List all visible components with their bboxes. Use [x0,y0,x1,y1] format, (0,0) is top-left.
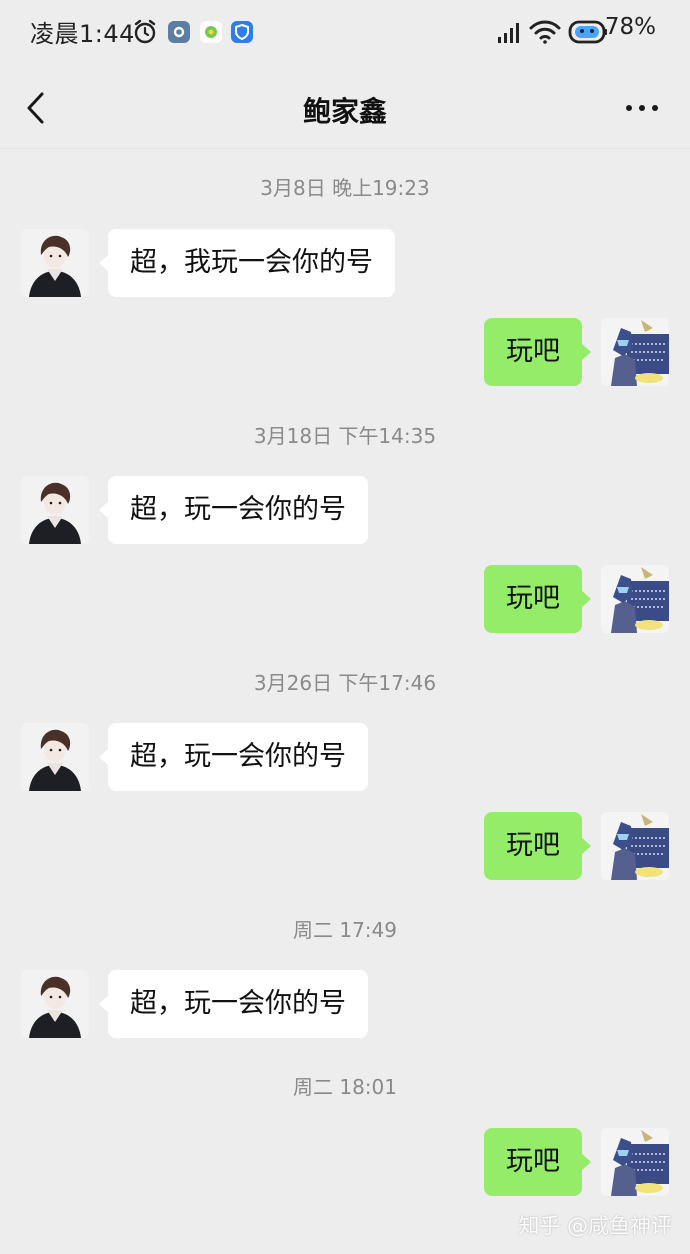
timestamp: 3月18日 下午14:35 [253,424,437,448]
contact-avatar[interactable] [21,229,89,297]
wifi-icon [529,20,561,44]
outgoing-message-bubble[interactable]: 玩吧 [484,318,591,386]
settings-app-icon [168,21,190,43]
incoming-message-bubble[interactable]: 超，玩一会你的号 [99,476,368,544]
shield-app-icon [231,21,253,43]
watermark: 知乎 @咸鱼神评 [518,1214,672,1238]
timestamp: 3月8日 晚上19:23 [260,176,430,200]
incoming-message-bubble[interactable]: 超，我玩一会你的号 [99,229,395,297]
contact-avatar[interactable] [21,476,89,544]
contact-avatar[interactable] [21,723,89,791]
self-avatar[interactable] [601,812,669,880]
contact-avatar[interactable] [21,970,89,1038]
outgoing-message-bubble[interactable]: 玩吧 [484,1128,591,1196]
incoming-message-bubble[interactable]: 超，玩一会你的号 [99,970,368,1038]
timestamp: 周二 18:01 [293,1075,397,1099]
timestamp: 3月26日 下午17:46 [253,671,437,695]
status-bar: 凌晨1:44 78% [0,0,690,64]
chat-title: 鲍家鑫 [302,95,387,128]
signal-icon [498,23,519,43]
chat-header: 鲍家鑫 [0,66,690,149]
self-avatar[interactable] [601,1128,669,1196]
outgoing-message-bubble[interactable]: 玩吧 [484,812,591,880]
green-app-icon [200,21,222,43]
incoming-message-bubble[interactable]: 超，玩一会你的号 [99,723,368,791]
outgoing-message-bubble[interactable]: 玩吧 [484,565,591,633]
self-avatar[interactable] [601,565,669,633]
self-avatar[interactable] [601,318,669,386]
robot-icon [568,20,607,44]
timestamp: 周二 17:49 [293,918,397,942]
more-dots-icon[interactable] [624,98,660,118]
battery-level: 78% [604,14,656,40]
alarm-icon [134,19,156,44]
status-time: 凌晨1:44 [30,20,135,48]
